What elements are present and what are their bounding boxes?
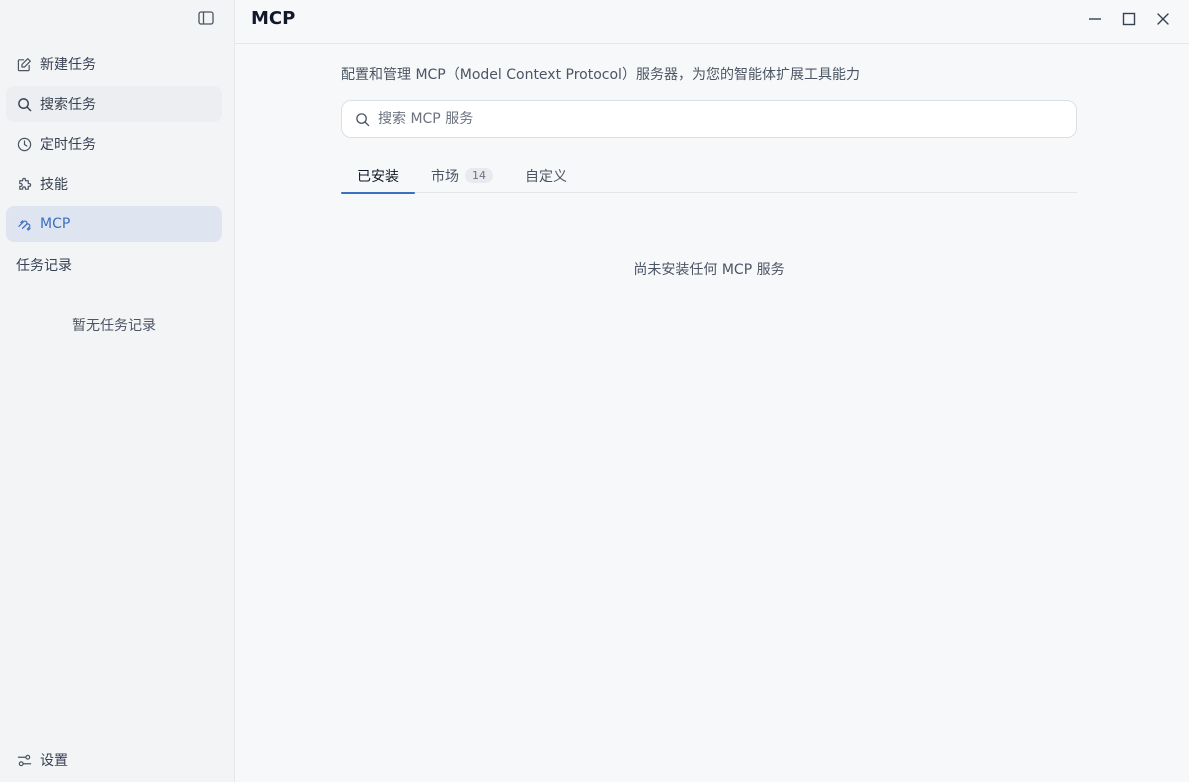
sidebar-item-scheduled-task[interactable]: 定时任务 <box>6 126 222 162</box>
sidebar-item-label: 新建任务 <box>40 57 96 73</box>
tab-installed[interactable]: 已安装 <box>341 158 415 194</box>
sidebar-item-new-task[interactable]: 新建任务 <box>6 46 222 82</box>
sidebar-item-label: MCP <box>40 216 71 232</box>
settings-label: 设置 <box>40 753 68 769</box>
settings-button[interactable]: 设置 <box>6 742 222 778</box>
market-count-badge: 14 <box>465 168 493 183</box>
clock-icon <box>16 136 32 152</box>
main-panel: MCP 配置和管理 MCP（Model Context Protocol）服务器… <box>234 0 1189 782</box>
tab-market[interactable]: 市场 14 <box>415 158 509 193</box>
titlebar: MCP <box>235 0 1189 44</box>
tab-label: 市场 <box>431 168 459 185</box>
mcp-search-input[interactable] <box>378 111 1076 127</box>
mcp-search-box[interactable] <box>341 100 1077 138</box>
empty-state-message: 尚未安装任何 MCP 服务 <box>633 262 785 278</box>
task-history-heading: 任务记录 <box>16 258 72 274</box>
mcp-content: 配置和管理 MCP（Model Context Protocol）服务器，为您的… <box>341 64 1077 279</box>
sidebar-item-skills[interactable]: 技能 <box>6 166 222 202</box>
edit-icon <box>16 56 32 72</box>
sidebar-item-search-task[interactable]: 搜索任务 <box>6 86 222 122</box>
puzzle-icon <box>16 176 32 192</box>
tab-custom[interactable]: 自定义 <box>509 158 583 193</box>
sidebar-toggle-icon[interactable] <box>197 9 215 27</box>
sidebar-item-label: 技能 <box>40 177 68 193</box>
sidebar-nav: 新建任务 搜索任务 定时任务 技能 MCP <box>6 46 222 246</box>
task-history-empty: 暂无任务记录 <box>72 318 156 334</box>
mcp-tabs: 已安装 市场 14 自定义 <box>341 158 1077 194</box>
close-icon[interactable] <box>1154 10 1172 28</box>
app-window: 新建任务 搜索任务 定时任务 技能 MCP 任务记录 暂无任务记录 设置 MCP… <box>0 0 1189 782</box>
sidebar: 新建任务 搜索任务 定时任务 技能 MCP 任务记录 暂无任务记录 设置 <box>0 0 234 782</box>
minimize-icon[interactable] <box>1086 10 1104 28</box>
search-icon <box>354 111 370 127</box>
page-title: MCP <box>251 8 296 29</box>
sidebar-item-label: 搜索任务 <box>40 97 96 113</box>
sidebar-item-label: 定时任务 <box>40 137 96 153</box>
window-controls <box>1086 10 1172 28</box>
tab-label: 已安装 <box>357 168 399 185</box>
settings-sliders-icon <box>16 752 32 768</box>
page-description: 配置和管理 MCP（Model Context Protocol）服务器，为您的… <box>341 67 860 83</box>
mcp-icon <box>16 216 32 232</box>
search-icon <box>16 96 32 112</box>
maximize-icon[interactable] <box>1120 10 1138 28</box>
tab-label: 自定义 <box>525 168 567 185</box>
sidebar-item-mcp[interactable]: MCP <box>6 206 222 242</box>
